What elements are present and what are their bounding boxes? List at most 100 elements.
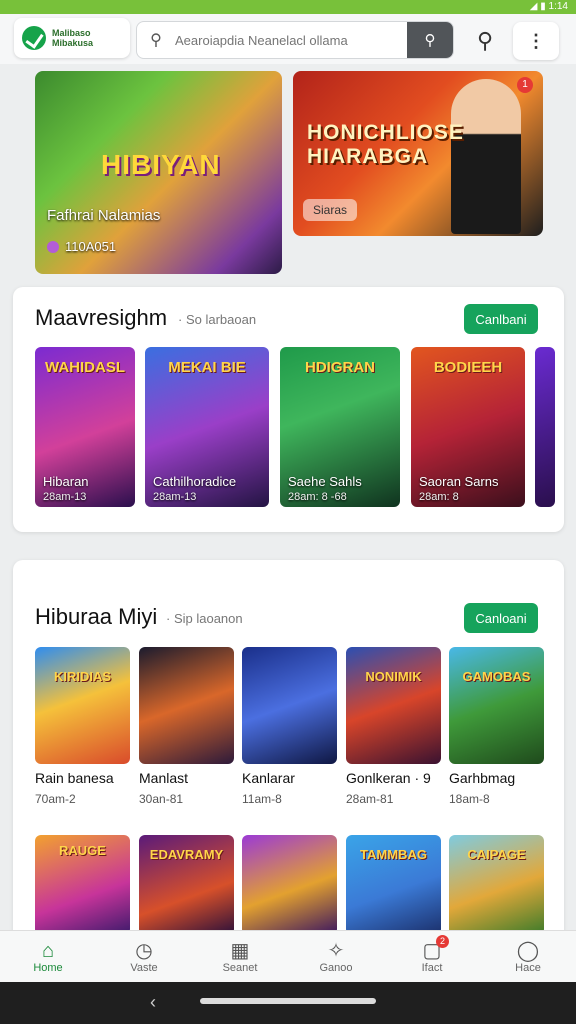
section-subtitle: · Sip laoanon [166,611,243,626]
status-icons: ◢ ▮ 1:14 [529,1,568,12]
card-art-title: BODIEEH [433,359,503,376]
game-tile[interactable] [242,835,337,935]
card-meta: 28am: 8 [419,491,459,503]
nav-label: Ganoo [319,961,353,974]
tile-meta: 70am-2 [35,792,76,806]
tile-thumbnail: RAUGE [35,835,130,935]
game-tile[interactable]: NONIMIK Gonlkeran · 9 28am-81 [346,647,441,806]
spark-icon: ✧ [327,939,345,962]
game-card-partial[interactable] [535,347,555,507]
top-app-bar: Malibaso Mibakusa ⚲ ⚲ ⚲ ⋮ [0,14,576,64]
hero-subcaption: 110A051 [47,239,116,254]
logo-text: Malibaso Mibakusa [52,28,94,48]
nav-label: Ifact [421,961,443,974]
tile-thumbnail [242,647,337,764]
search-icon: ⚲ [150,32,162,49]
card-art-title: WAHIDASL [45,359,125,376]
tile-art-title: CAIPAGE [467,847,526,862]
dot-icon [47,241,59,253]
app-logo[interactable]: Malibaso Mibakusa [14,18,130,58]
card-title: Cathilhoradice [153,474,237,489]
card-meta: 28am-13 [153,491,197,503]
nav-home[interactable]: ⌂ Home [0,931,96,982]
tile-meta: 11am-8 [242,792,282,806]
game-tile[interactable]: Kanlarar 11am-8 [242,647,337,806]
section-view-all-button[interactable]: Canlbani [464,304,538,334]
tile-thumbnail [242,835,337,935]
nav-ganoo[interactable]: ✧ Ganoo [288,931,384,982]
tile-name: Manlast [139,770,189,786]
nav-ifact[interactable]: ▢ 2 Ifact [384,931,480,982]
game-card[interactable]: WAHIDASL Hibaran 28am-13 [35,347,135,507]
nav-vaste[interactable]: ◷ Vaste [96,931,192,982]
game-icon: ▦ [230,939,250,962]
hero-caption: Fafhrai Nalamias [47,207,160,224]
tile-art-title: EDAVRAMY [149,847,224,862]
section-subtitle: · So larbaoan [178,312,257,327]
tile-thumbnail: TAMMBAG [346,835,441,935]
hero-banner-right[interactable]: HONICHLIOSE HIARABGA Siaras 1 [293,71,543,236]
more-menu-button[interactable]: ⋮ [513,22,559,60]
nav-label: Hace [515,961,541,974]
search-submit-button[interactable]: ⚲ [407,22,453,58]
tile-meta: 18am-8 [449,792,490,806]
notification-badge: 1 [517,77,533,93]
card-meta: 28am-13 [43,491,87,503]
search-bar[interactable]: ⚲ ⚲ [136,21,454,59]
tile-art-title: NONIMIK [365,669,422,684]
tile-thumbnail: GAMOBAS [449,647,544,764]
card-meta: 28am: 8 -68 [288,491,347,503]
game-tile[interactable]: EDAVRAMY [139,835,234,935]
hero-art-title: HIBIYAN [101,149,221,180]
back-icon[interactable]: ‹ [150,992,156,1013]
tile-thumbnail [139,647,234,764]
home-icon: ⌂ [41,939,55,962]
nav-label: Home [33,961,63,974]
system-nav-bar: ‹ [0,982,576,1024]
tile-art-title: RAUGE [59,843,106,858]
profile-icon: ◯ [516,939,540,962]
notification-badge: 2 [436,935,449,948]
game-tile[interactable]: RAUGE [35,835,130,935]
tile-thumbnail: EDAVRAMY [139,835,234,935]
hero-caption-text: Fafhrai Nalamias [47,207,161,224]
tile-name: Garhbmag [449,770,516,786]
tile-name: Gonlkeran · 9 [346,770,431,786]
game-card[interactable]: HDIGRAN Saehe Sahls 28am: 8 -68 [280,347,400,507]
section-view-all-button[interactable]: Canloani [464,603,538,633]
clock-icon: ◷ [135,939,153,962]
tile-art-title: GAMOBAS [462,669,531,684]
section-title: Hiburaa Miyi [35,604,158,629]
section-title: Maavresighm [35,305,168,330]
hero-banner-left[interactable]: HIBIYAN Fafhrai Nalamias 110A051 [35,71,282,274]
nav-seanet[interactable]: ▦ Seanet [192,931,288,982]
game-tile[interactable]: GAMOBAS Garhbmag 18am-8 [449,647,544,806]
nav-profile[interactable]: ◯ Hace [480,931,576,982]
hero-subcaption-text: 110A051 [65,239,117,254]
game-tile[interactable]: TAMMBAG [346,835,441,935]
game-tile[interactable]: KIRIDIAS Rain banesa 70am-2 [35,647,130,806]
section-featured: Maavresighm · So larbaoan Canlbani WAHID… [13,287,564,532]
status-bar: ◢ ▮ 1:14 [0,0,576,14]
search-icon[interactable]: ⚲ [470,26,500,56]
tile-meta: 30an-81 [139,792,184,806]
game-card[interactable]: BODIEEH Saoran Sarns 28am: 8 [411,347,525,507]
logo-icon [22,26,46,50]
tile-name: Rain banesa [35,770,114,786]
tile-art-title: KIRIDIAS [53,669,112,684]
section-popular: Hiburaa Miyi · Sip laoanon Canloani KIRI… [13,560,564,940]
card-title: Hibaran [43,474,89,489]
tile-art-title: TAMMBAG [360,847,427,862]
hero-art-title: HONICHLIOSE HIARABGA [307,121,464,168]
home-gesture-bar[interactable] [200,998,376,1004]
nav-label: Vaste [130,961,158,974]
game-tile[interactable]: CAIPAGE [449,835,544,935]
search-input[interactable] [175,32,407,48]
tile-thumbnail: CAIPAGE [449,835,544,935]
game-card[interactable]: MEKAI BIE Cathilhoradice 28am-13 [145,347,269,507]
nav-label: Seanet [222,961,258,974]
hero-tag-button[interactable]: Siaras [303,199,358,221]
game-tile[interactable]: Manlast 30an-81 [139,647,234,806]
tile-name: Kanlarar [242,770,295,786]
card-art-title: MEKAI BIE [168,359,246,376]
